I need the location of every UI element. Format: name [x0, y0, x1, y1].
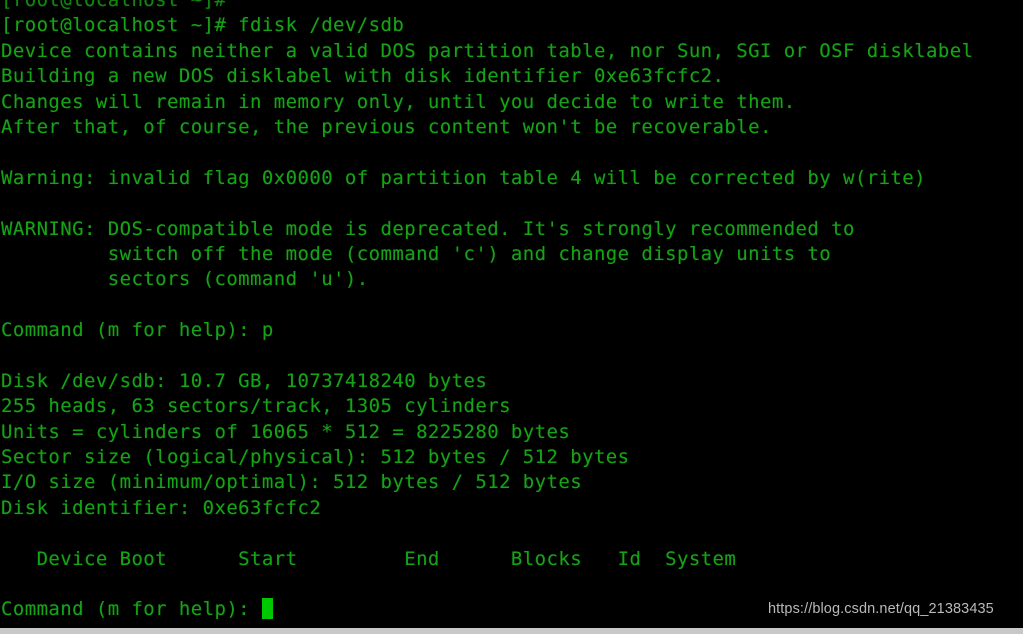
terminal-line: Device contains neither a valid DOS part… — [1, 39, 974, 62]
terminal-line: sectors (command 'u'). — [1, 268, 369, 291]
terminal-output[interactable]: [root@localhost ~]# [root@localhost ~]# … — [0, 0, 1023, 623]
terminal-line-disk-identifier: Disk identifier: 0xe63fcfc2 — [1, 496, 322, 519]
terminal-line-disk-size: Disk /dev/sdb: 10.7 GB, 10737418240 byte… — [1, 369, 488, 392]
terminal-line: [root@localhost ~]# fdisk /dev/sdb — [1, 14, 405, 37]
terminal-line-command-p: Command (m for help): p — [1, 319, 274, 342]
watermark-url: https://blog.csdn.net/qq_21383435 — [768, 601, 994, 617]
terminal-line-io-size: I/O size (minimum/optimal): 512 bytes / … — [1, 471, 583, 494]
terminal-line: switch off the mode (command 'c') and ch… — [1, 242, 832, 265]
terminal-line: After that, of course, the previous cont… — [1, 115, 772, 138]
terminal-line: Warning: invalid flag 0x0000 of partitio… — [1, 166, 926, 189]
terminal-line-units: Units = cylinders of 16065 * 512 = 82252… — [1, 420, 571, 443]
block-cursor — [261, 598, 273, 620]
command-prompt-label: Command (m for help): — [1, 598, 262, 621]
terminal-line: WARNING: DOS-compatible mode is deprecat… — [1, 217, 855, 240]
bottom-strip — [0, 628, 1023, 634]
terminal-line-sector-size: Sector size (logical/physical): 512 byte… — [1, 446, 630, 469]
terminal-line: Building a new DOS disklabel with disk i… — [1, 65, 725, 88]
terminal-screen[interactable]: [root@localhost ~]# [root@localhost ~]# … — [0, 0, 1023, 634]
partition-table-header-row: Device Boot Start End Blocks Id System — [1, 547, 737, 570]
terminal-line-geometry: 255 heads, 63 sectors/track, 1305 cylind… — [1, 395, 511, 418]
terminal-line: Changes will remain in memory only, unti… — [1, 90, 796, 113]
terminal-line: [root@localhost ~]# — [1, 0, 227, 11]
